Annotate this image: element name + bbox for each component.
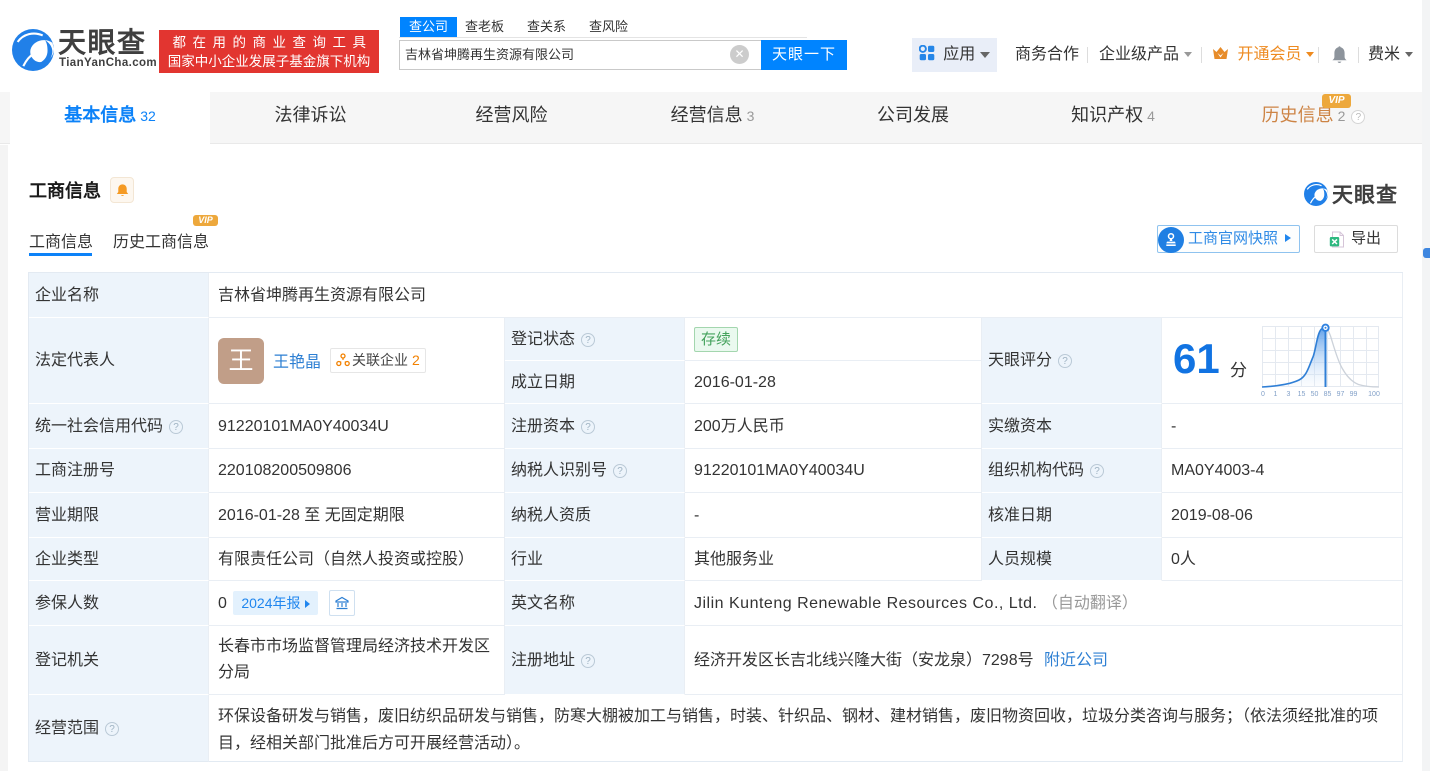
svg-text:50: 50 bbox=[1311, 391, 1319, 398]
svg-text:85: 85 bbox=[1324, 391, 1332, 398]
svg-text:15: 15 bbox=[1298, 391, 1306, 398]
svg-text:97: 97 bbox=[1337, 391, 1345, 398]
svg-text:0: 0 bbox=[1261, 391, 1265, 398]
svg-text:100: 100 bbox=[1368, 391, 1380, 398]
svg-text:99: 99 bbox=[1350, 391, 1358, 398]
svg-text:1: 1 bbox=[1274, 391, 1278, 398]
svg-text:3: 3 bbox=[1287, 391, 1291, 398]
